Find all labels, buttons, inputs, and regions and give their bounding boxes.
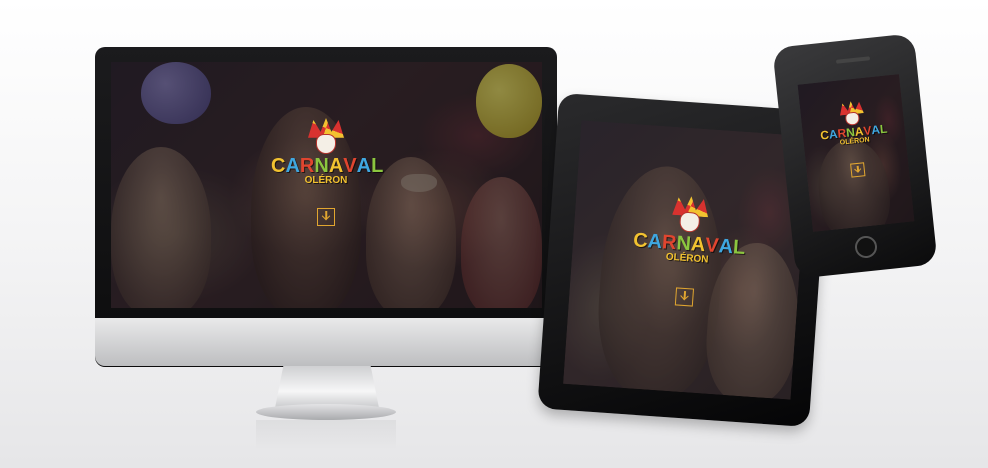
phone-screen: CARNAVAL OLÉRON [797, 74, 915, 232]
jester-mask-icon [308, 118, 344, 154]
monitor-screen: CARNAVAL OLÉRON [111, 62, 542, 308]
jester-mask-icon [671, 195, 709, 233]
carnaval-logo: CARNAVAL OLÉRON [271, 118, 384, 226]
tablet-screen: CARNAVAL OLÉRON [563, 120, 809, 400]
logo-subtitle: OLÉRON [304, 175, 348, 186]
logo-title: CARNAVAL [271, 155, 384, 177]
carnaval-logo: CARNAVAL OLÉRON [816, 98, 894, 181]
jester-mask-icon [839, 100, 865, 126]
carnaval-logo: CARNAVAL OLÉRON [629, 192, 746, 309]
download-icon[interactable] [317, 208, 335, 226]
monitor-stand [275, 366, 379, 408]
monitor-reflection [256, 420, 396, 450]
monitor-chin [95, 318, 557, 366]
download-icon[interactable] [850, 162, 866, 178]
tablet: CARNAVAL OLÉRON [537, 92, 831, 428]
download-icon[interactable] [674, 287, 695, 307]
monitor-foot [256, 404, 396, 420]
